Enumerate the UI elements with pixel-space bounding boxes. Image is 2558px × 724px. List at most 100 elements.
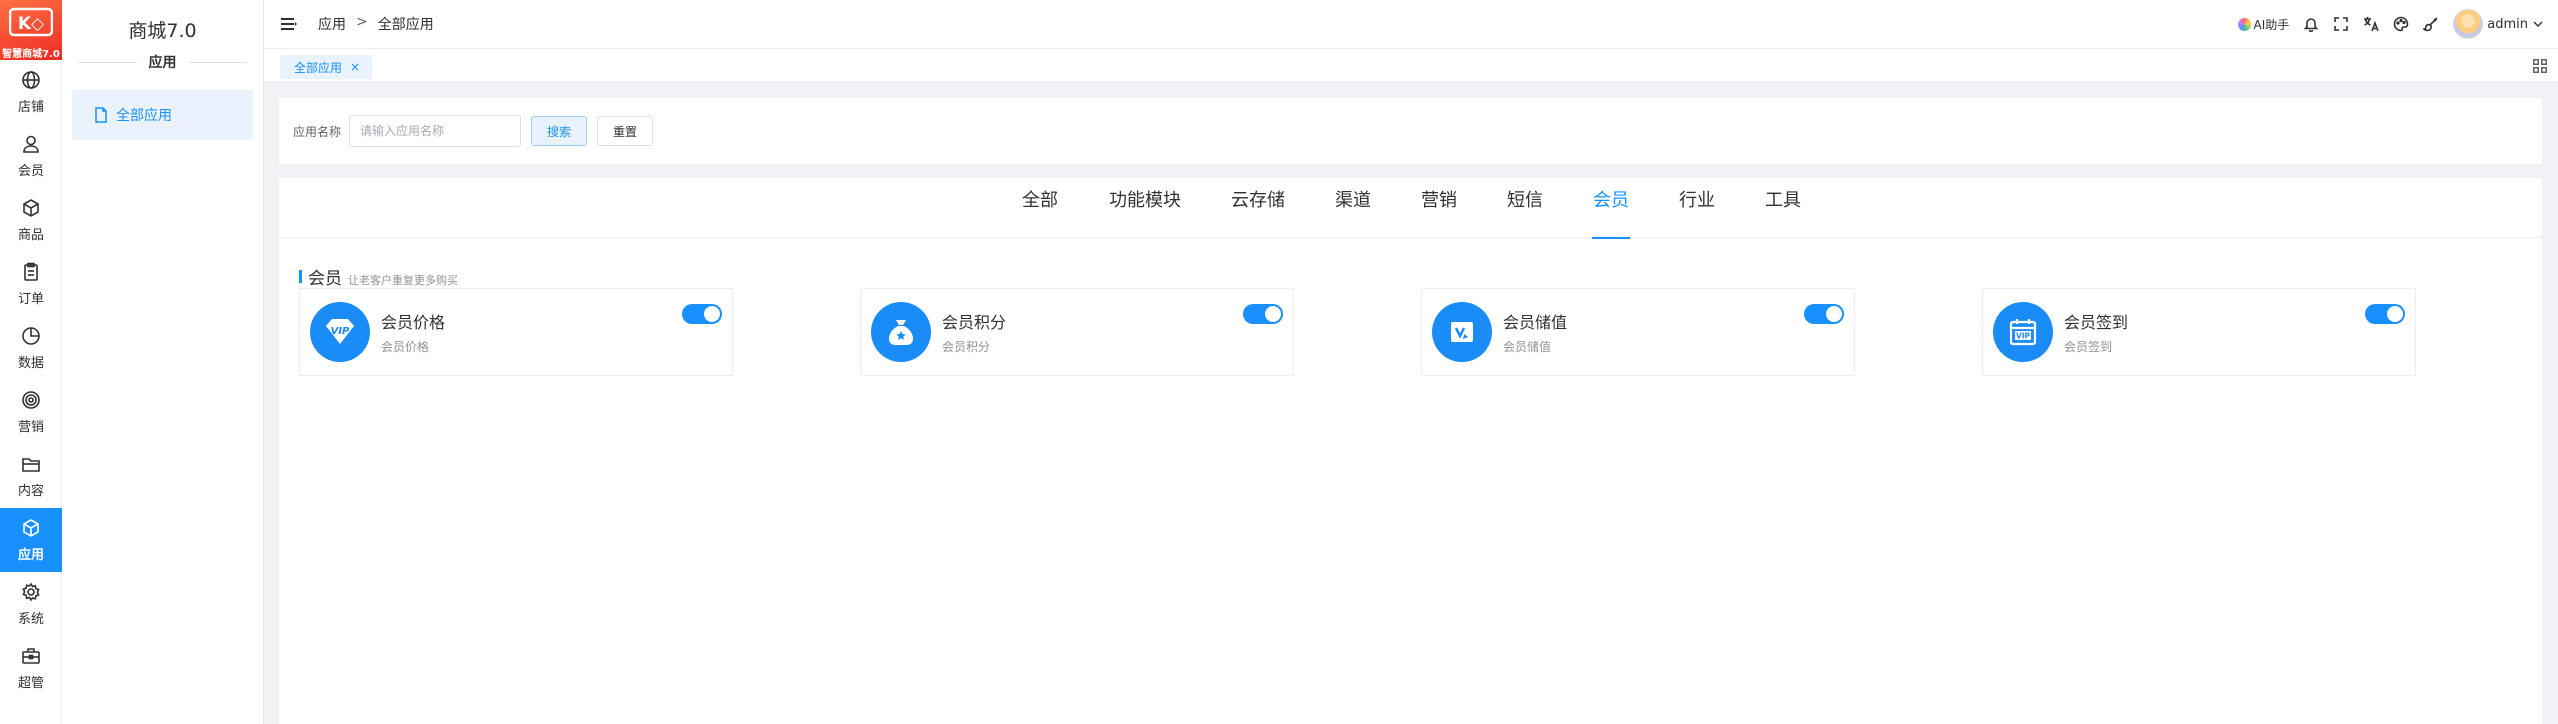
user-icon bbox=[23, 135, 39, 153]
rail-item-label: 商品 bbox=[17, 227, 44, 243]
secondary-sidebar: 商城7.0 应用 全部应用 bbox=[62, 0, 264, 724]
rail-item-store[interactable]: 店铺 bbox=[0, 60, 62, 124]
username: admin bbox=[2487, 16, 2528, 32]
app-card-member-price[interactable]: VIP 会员价格 会员价格 bbox=[299, 288, 733, 376]
rail-item-content[interactable]: 内容 bbox=[0, 444, 62, 508]
pie-chart-icon bbox=[22, 326, 40, 345]
tab-tag-all-apps[interactable]: 全部应用 × bbox=[280, 55, 373, 79]
rail-item-label: 超管 bbox=[17, 675, 44, 691]
rail-item-member[interactable]: 会员 bbox=[0, 124, 62, 188]
search-button[interactable]: 搜索 bbox=[531, 116, 588, 146]
breadcrumb: 应用 > 全部应用 bbox=[318, 14, 434, 34]
vip-calendar-icon: VIP bbox=[1993, 302, 2053, 362]
tab-sms[interactable]: 短信 bbox=[1506, 178, 1544, 238]
rail-item-system[interactable]: 系统 bbox=[0, 572, 62, 636]
rail-item-label: 应用 bbox=[17, 547, 44, 563]
brand-logo[interactable]: K◇ 智慧商城7.0 bbox=[0, 0, 62, 60]
target-icon bbox=[22, 390, 40, 409]
clipboard-icon bbox=[24, 262, 38, 281]
rail-item-label: 营销 bbox=[17, 419, 44, 435]
svg-text:VIP: VIP bbox=[331, 326, 350, 337]
folder-icon bbox=[22, 457, 40, 472]
rail-item-label: 内容 bbox=[17, 483, 44, 499]
rail-item-marketing[interactable]: 营销 bbox=[0, 380, 62, 444]
section-accent-bar bbox=[299, 270, 302, 283]
sidebar-item-label: 全部应用 bbox=[116, 108, 172, 124]
app-name-input[interactable] bbox=[349, 115, 522, 147]
tab-tools[interactable]: 工具 bbox=[1764, 178, 1802, 238]
breadcrumb-item-current: 全部应用 bbox=[377, 17, 434, 33]
app-name: 会员积分 bbox=[942, 313, 1007, 332]
fullscreen-icon[interactable] bbox=[2333, 16, 2349, 32]
tab-cloud-storage[interactable]: 云存储 bbox=[1230, 178, 1286, 238]
sidebar-section-label: 应用 bbox=[148, 55, 177, 71]
breadcrumb-separator: > bbox=[356, 14, 368, 30]
file-icon bbox=[95, 107, 107, 123]
app-card-member-stored-value[interactable]: 会员储值 会员储值 bbox=[1421, 288, 1855, 376]
rail-item-apps[interactable]: 应用 bbox=[0, 508, 62, 572]
rail-item-label: 数据 bbox=[17, 355, 44, 371]
reset-button[interactable]: 重置 bbox=[597, 116, 654, 146]
apps-content: 全部 功能模块 云存储 渠道 营销 短信 会员 行业 工具 会员 让老客户重复更… bbox=[279, 178, 2542, 724]
chevron-down-icon bbox=[2533, 21, 2543, 27]
brand-logo-text: 智慧商城7.0 bbox=[2, 49, 60, 60]
app-enable-toggle[interactable] bbox=[682, 304, 722, 324]
rail-item-admin[interactable]: 超管 bbox=[0, 636, 62, 700]
globe-icon bbox=[22, 70, 40, 89]
tab-function-modules[interactable]: 功能模块 bbox=[1108, 178, 1182, 238]
app-card-member-checkin[interactable]: VIP 会员签到 会员签到 bbox=[1982, 288, 2416, 376]
rail-item-label: 会员 bbox=[17, 163, 44, 179]
tab-tag-label: 全部应用 bbox=[294, 60, 343, 75]
svg-text:K◇: K◇ bbox=[18, 14, 45, 34]
tab-channels[interactable]: 渠道 bbox=[1334, 178, 1372, 238]
vip-diamond-icon: VIP bbox=[310, 302, 370, 362]
rail-item-label: 系统 bbox=[17, 611, 44, 627]
close-icon[interactable]: × bbox=[350, 60, 360, 74]
sidebar-section-title: 应用 bbox=[78, 52, 247, 72]
app-desc: 会员签到 bbox=[2064, 340, 2113, 354]
bell-icon[interactable] bbox=[2303, 16, 2319, 32]
app-desc: 会员价格 bbox=[381, 340, 430, 354]
left-rail: K◇ 智慧商城7.0 店铺 会员 商品 订单 数据 营销 内容 应用 系统 超管 bbox=[0, 0, 62, 724]
ai-assistant-button[interactable]: AI助手 bbox=[2237, 16, 2290, 33]
section-subtitle: 让老客户重复更多购买 bbox=[348, 274, 458, 287]
tags-view-bar: 全部应用 × bbox=[264, 48, 2558, 82]
sidebar-item-all-apps[interactable]: 全部应用 bbox=[72, 90, 253, 140]
menu-toggle-icon[interactable] bbox=[280, 17, 298, 31]
section-title: 会员 bbox=[308, 269, 342, 289]
app-enable-toggle[interactable] bbox=[1804, 304, 1844, 324]
palette-icon[interactable] bbox=[2393, 16, 2409, 32]
top-header: 应用 > 全部应用 AI助手 admin bbox=[264, 0, 2558, 48]
svg-text:VIP: VIP bbox=[2016, 332, 2031, 341]
tab-all[interactable]: 全部 bbox=[1021, 178, 1059, 238]
app-name: 会员储值 bbox=[1503, 313, 1568, 332]
app-name: 会员价格 bbox=[381, 313, 446, 332]
rail-item-order[interactable]: 订单 bbox=[0, 252, 62, 316]
cube-icon bbox=[23, 518, 39, 537]
app-enable-toggle[interactable] bbox=[1243, 304, 1283, 324]
box-icon bbox=[23, 198, 39, 217]
brush-icon[interactable] bbox=[2423, 16, 2439, 32]
app-enable-toggle[interactable] bbox=[2365, 304, 2405, 324]
rail-item-label: 订单 bbox=[17, 291, 44, 307]
translate-icon[interactable] bbox=[2363, 16, 2380, 32]
breadcrumb-item[interactable]: 应用 bbox=[318, 14, 346, 34]
app-desc: 会员积分 bbox=[942, 340, 991, 354]
tab-member[interactable]: 会员 bbox=[1592, 178, 1630, 239]
ai-assistant-label: AI助手 bbox=[2253, 17, 2290, 32]
tab-marketing[interactable]: 营销 bbox=[1420, 178, 1458, 238]
avatar bbox=[2453, 9, 2484, 39]
gear-icon bbox=[22, 582, 40, 601]
user-menu[interactable]: admin bbox=[2453, 9, 2544, 39]
header-tools: AI助手 admin bbox=[2237, 9, 2558, 39]
rail-item-product[interactable]: 商品 bbox=[0, 188, 62, 252]
app-card-member-points[interactable]: 会员积分 会员积分 bbox=[860, 288, 1294, 376]
tab-industry[interactable]: 行业 bbox=[1678, 178, 1716, 238]
app-desc: 会员储值 bbox=[1503, 340, 1552, 354]
grid-icon[interactable] bbox=[2532, 58, 2548, 74]
category-tabs: 全部 功能模块 云存储 渠道 营销 短信 会员 行业 工具 bbox=[279, 178, 2542, 239]
sidebar-title: 商城7.0 bbox=[128, 20, 197, 42]
ai-logo-icon bbox=[2237, 17, 2251, 31]
card-icon bbox=[1432, 302, 1492, 362]
rail-item-data[interactable]: 数据 bbox=[0, 316, 62, 380]
